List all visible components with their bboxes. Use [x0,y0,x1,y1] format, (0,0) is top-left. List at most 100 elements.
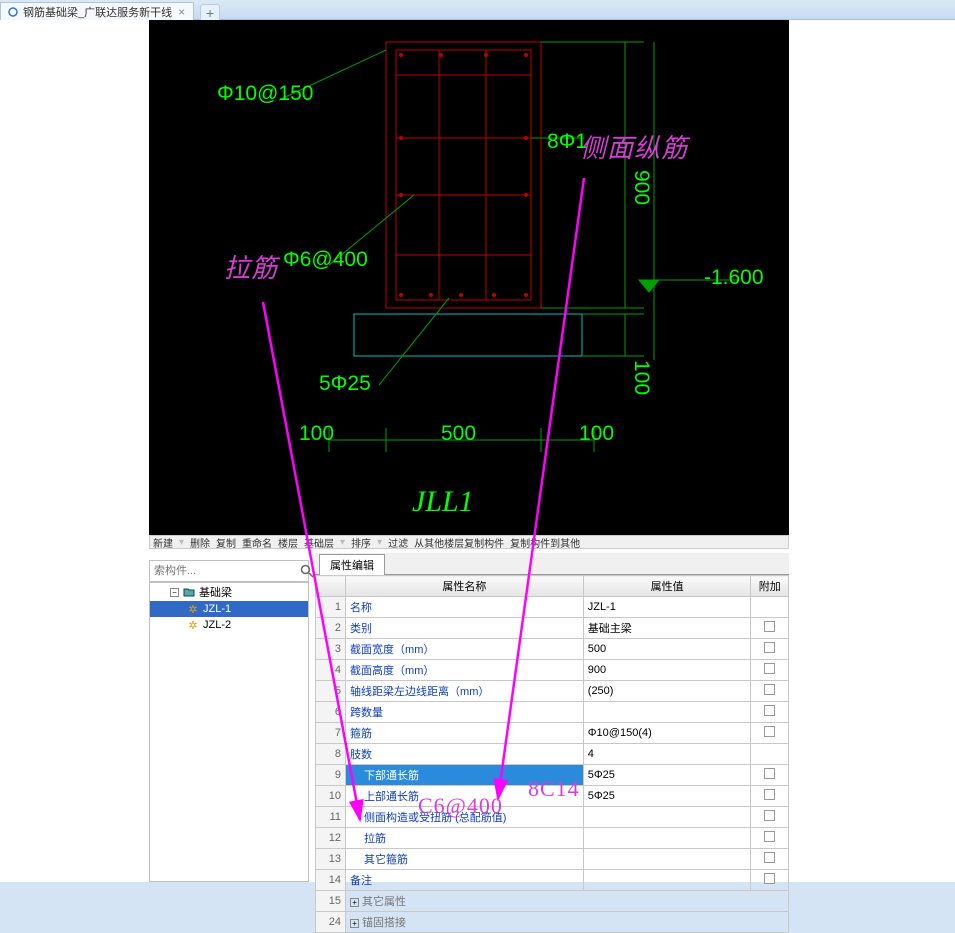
property-name-cell[interactable]: 轴线距梁左边线距离（mm） [346,681,584,702]
property-name-cell[interactable]: +其它属性 [346,891,789,912]
property-row[interactable]: 7箍筋Φ10@150(4) [316,723,789,744]
tb-floor[interactable]: 楼层 [275,535,301,549]
property-name-cell[interactable]: +锚固搭接 [346,912,789,933]
tb-delete[interactable]: 删除 [187,535,213,549]
property-row[interactable]: 9下部通长筋5Φ25 [316,765,789,786]
property-ext-cell[interactable] [751,807,789,828]
checkbox[interactable] [764,810,775,821]
property-grid[interactable]: 属性名称 属性值 附加 1名称JZL-12类别基础主梁3截面宽度（mm）5004… [315,575,789,933]
checkbox[interactable] [764,726,775,737]
property-name: 锚固搭接 [362,917,406,929]
property-ext-cell[interactable] [751,639,789,660]
row-index: 24 [316,912,346,933]
property-value-cell[interactable] [583,828,751,849]
search-input[interactable] [150,563,300,579]
property-value-cell[interactable]: 5Φ25 [583,765,751,786]
checkbox[interactable] [764,852,775,863]
property-ext-cell[interactable] [751,744,789,765]
tree-item-jzl2[interactable]: ✲ JZL-2 [150,617,308,633]
property-name: 箍筋 [350,728,372,740]
property-ext-cell[interactable] [751,786,789,807]
checkbox[interactable] [764,642,775,653]
property-name-cell[interactable]: 名称 [346,597,584,618]
property-value-cell[interactable]: 900 [583,660,751,681]
checkbox[interactable] [764,663,775,674]
tree-root[interactable]: − 基础梁 [150,583,308,601]
property-row[interactable]: 3截面宽度（mm）500 [316,639,789,660]
property-row[interactable]: 5轴线距梁左边线距离（mm）(250) [316,681,789,702]
collapse-icon[interactable]: − [170,588,179,597]
property-row[interactable]: 24+锚固搭接 [316,912,789,933]
property-value-cell[interactable] [583,807,751,828]
property-name-cell[interactable]: 下部通长筋 [346,765,584,786]
search-icon[interactable] [300,561,314,581]
checkbox[interactable] [764,873,775,884]
property-ext-cell[interactable] [751,828,789,849]
property-ext-cell[interactable] [751,723,789,744]
property-value-cell[interactable]: JZL-1 [583,597,751,618]
property-value-cell[interactable]: 4 [583,744,751,765]
property-name-cell[interactable]: 侧面构造或受扭筋 (总配筋值) [346,807,584,828]
property-ext-cell[interactable] [751,870,789,891]
tab-close-icon[interactable]: × [176,5,187,19]
property-value-cell[interactable] [583,849,751,870]
checkbox[interactable] [764,705,775,716]
property-row[interactable]: 4截面高度（mm）900 [316,660,789,681]
property-value-cell[interactable]: 500 [583,639,751,660]
checkbox[interactable] [764,831,775,842]
checkbox[interactable] [764,768,775,779]
property-row[interactable]: 14备注 [316,870,789,891]
property-name-cell[interactable]: 上部通长筋 [346,786,584,807]
property-row[interactable]: 8肢数4 [316,744,789,765]
property-value-cell[interactable] [583,702,751,723]
checkbox[interactable] [764,621,775,632]
property-ext-cell[interactable] [751,765,789,786]
property-ext-cell[interactable] [751,618,789,639]
tb-sort[interactable]: 排序 [348,535,374,549]
expand-icon[interactable]: + [350,898,359,907]
component-tree[interactable]: − 基础梁 ✲ JZL-1 ✲ JZL-2 [149,582,309,882]
property-row[interactable]: 13其它箍筋 [316,849,789,870]
tb-base[interactable]: 基础层 [301,535,337,549]
property-row[interactable]: 1名称JZL-1 [316,597,789,618]
property-row[interactable]: 15+其它属性 [316,891,789,912]
property-name-cell[interactable]: 类别 [346,618,584,639]
property-ext-cell[interactable] [751,702,789,723]
property-row[interactable]: 11侧面构造或受扭筋 (总配筋值) [316,807,789,828]
property-ext-cell[interactable] [751,681,789,702]
browser-tab[interactable]: 钢筋基础梁_广联达服务新干线 × [0,2,194,20]
property-name-cell[interactable]: 箍筋 [346,723,584,744]
tb-new[interactable]: 新建 [150,535,176,549]
property-value-cell[interactable] [583,870,751,891]
property-value-cell[interactable]: (250) [583,681,751,702]
tb-copy-from[interactable]: 从其他楼层复制构件 [411,535,507,549]
property-name-cell[interactable]: 截面宽度（mm） [346,639,584,660]
property-row[interactable]: 12拉筋 [316,828,789,849]
property-name-cell[interactable]: 肢数 [346,744,584,765]
tb-filter[interactable]: 过滤 [385,535,411,549]
property-row[interactable]: 10上部通长筋5Φ25 [316,786,789,807]
tb-copy-to[interactable]: 复制构件到其他 [507,535,583,549]
property-value-cell[interactable]: 基础主梁 [583,618,751,639]
property-row[interactable]: 6跨数量 [316,702,789,723]
property-name-cell[interactable]: 跨数量 [346,702,584,723]
new-tab-button[interactable]: + [200,4,220,20]
tree-item-jzl1[interactable]: ✲ JZL-1 [150,601,308,617]
checkbox[interactable] [764,789,775,800]
property-ext-cell[interactable] [751,660,789,681]
property-value-cell[interactable]: Φ10@150(4) [583,723,751,744]
checkbox[interactable] [764,684,775,695]
property-name-cell[interactable]: 其它箍筋 [346,849,584,870]
expand-icon[interactable]: + [350,919,359,928]
property-row[interactable]: 2类别基础主梁 [316,618,789,639]
property-value-cell[interactable]: 5Φ25 [583,786,751,807]
cad-viewer[interactable]: Φ10@150 Φ6@400 8Φ1 5Φ25 900 100 -1.600 1… [149,20,789,535]
property-name-cell[interactable]: 拉筋 [346,828,584,849]
property-ext-cell[interactable] [751,597,789,618]
property-ext-cell[interactable] [751,849,789,870]
tb-copy[interactable]: 复制 [213,535,239,549]
property-name-cell[interactable]: 截面高度（mm） [346,660,584,681]
tb-rename[interactable]: 重命名 [239,535,275,549]
property-tab[interactable]: 属性编辑 [319,554,385,575]
property-name-cell[interactable]: 备注 [346,870,584,891]
